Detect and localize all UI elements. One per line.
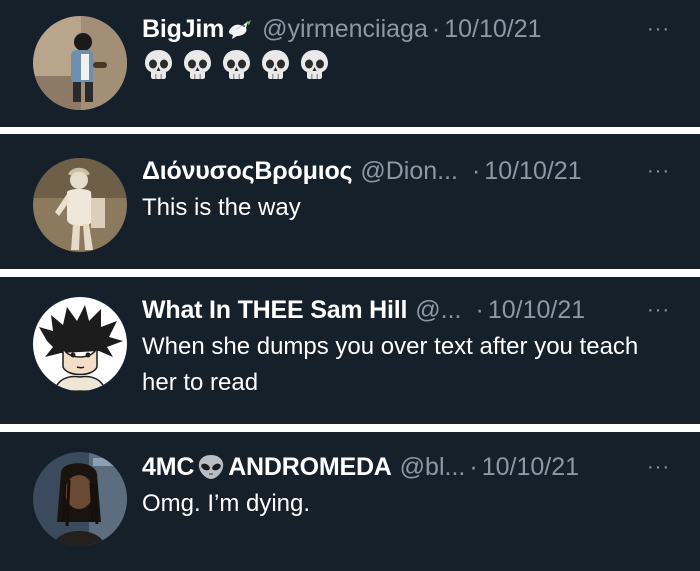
more-options-icon[interactable]: ···	[647, 457, 670, 477]
separator: ·	[475, 295, 484, 324]
more-options-icon[interactable]: ···	[647, 300, 670, 320]
tweet-reply[interactable]: 4MC ANDROMEDA @bl... · 10/10/21 ··· Omg.…	[0, 432, 700, 571]
display-name[interactable]: ΔιόνυσοςΒρόμιος	[142, 157, 353, 186]
avatar[interactable]	[33, 297, 127, 391]
separator: ·	[431, 14, 441, 43]
skull-icon	[259, 48, 292, 86]
user-handle[interactable]: @bl...	[400, 453, 466, 482]
tweet-date[interactable]: 10/10/21	[482, 453, 579, 482]
tweet-reply[interactable]: What In THEE Sam Hill @... · 10/10/21 ··…	[0, 277, 700, 424]
tweet-date[interactable]: 10/10/21	[484, 157, 581, 186]
more-options-icon[interactable]: ···	[647, 19, 670, 39]
display-name-prefix[interactable]: 4MC	[142, 453, 194, 482]
display-name[interactable]: ANDROMEDA	[228, 453, 392, 482]
user-handle[interactable]: @yirmenciiaga	[262, 15, 428, 44]
skull-icon	[220, 48, 253, 86]
tweet-text: Omg. I’m dying.	[142, 490, 311, 517]
tweet-text: When she dumps you over text after you t…	[142, 333, 639, 396]
tweet-text: This is the way	[142, 194, 301, 221]
skull-icon	[142, 48, 175, 86]
tweet-date[interactable]: 10/10/21	[444, 15, 541, 44]
alien-icon	[196, 453, 226, 481]
skull-icon	[181, 48, 214, 86]
tweet-reply[interactable]: BigJim @yirmenciiaga · 10/10/21 ···	[0, 0, 700, 127]
avatar[interactable]	[33, 158, 127, 252]
separator: ·	[471, 156, 481, 185]
tweet-text	[142, 48, 331, 86]
tweet-header: BigJim @yirmenciiaga · 10/10/21 ···	[142, 12, 670, 46]
skull-icon	[298, 48, 331, 86]
more-options-icon[interactable]: ···	[647, 161, 670, 181]
display-name[interactable]: BigJim	[142, 15, 224, 44]
separator: ·	[469, 452, 478, 481]
user-handle[interactable]: @Dion...	[360, 157, 458, 186]
tweet-date[interactable]: 10/10/21	[488, 296, 585, 325]
avatar[interactable]	[33, 16, 127, 110]
tweet-header: What In THEE Sam Hill @... · 10/10/21 ··…	[142, 293, 670, 327]
avatar[interactable]	[33, 452, 127, 546]
tweet-header: 4MC ANDROMEDA @bl... · 10/10/21 ···	[142, 450, 670, 484]
display-name[interactable]: What In THEE Sam Hill	[142, 296, 407, 325]
tweet-reply[interactable]: ΔιόνυσοςΒρόμιος @Dion... · 10/10/21 ··· …	[0, 134, 700, 269]
dove-icon	[226, 17, 252, 41]
user-handle[interactable]: @...	[415, 296, 461, 325]
tweet-header: ΔιόνυσοςΒρόμιος @Dion... · 10/10/21 ···	[142, 154, 670, 188]
